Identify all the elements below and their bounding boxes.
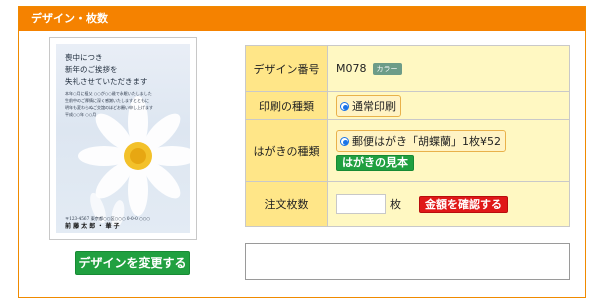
postcard-type-row: はがきの種類 郵便はがき「胡蝶蘭」1枚¥52 はがきの見本 <box>245 119 570 182</box>
body-text: 本年○月に祖父 ○○が○○歳で永眠いたしました 生前中のご厚情に深く感謝いたしま… <box>65 91 153 117</box>
print-type-row: 印刷の種類 通常印刷 <box>245 91 570 120</box>
design-thumbnail[interactable]: 喪中につき 新年のご挨拶を 失礼させていただきます 本年○月に祖父 ○○が○○歳… <box>49 37 197 240</box>
color-badge: カラー <box>372 63 402 75</box>
panel-title: デザイン・枚数 <box>19 7 585 31</box>
order-quantity-label: 注文枚数 <box>245 181 328 227</box>
postcard-type-cell: 郵便はがき「胡蝶蘭」1枚¥52 はがきの見本 <box>327 119 570 182</box>
order-form-table: デザイン番号 M078 カラー 印刷の種類 通常印刷 はがきの種類 郵便はがき「胡… <box>245 45 570 227</box>
quantity-input[interactable] <box>336 194 386 214</box>
postcard-type-option[interactable]: 郵便はがき「胡蝶蘭」1枚¥52 <box>336 130 506 152</box>
radio-selected-icon[interactable] <box>340 137 349 146</box>
address-text: 〒123-4567 東京都○○区○○○ 0-0-0 ○○○ <box>65 216 151 221</box>
radio-selected-icon[interactable] <box>340 101 349 111</box>
postcard-type-option-label: 郵便はがき「胡蝶蘭」1枚¥52 <box>352 135 501 148</box>
sender-signature: 前 藤 太 郎 ・ 華 子 <box>65 223 120 230</box>
quantity-unit: 枚 <box>390 198 401 211</box>
design-number-value: M078 <box>336 62 367 75</box>
order-quantity-cell: 枚 金額を確認する <box>327 181 570 227</box>
postcard-type-label: はがきの種類 <box>245 119 328 182</box>
change-design-button[interactable]: デザインを変更する <box>75 251 190 275</box>
order-quantity-row: 注文枚数 枚 金額を確認する <box>245 181 570 227</box>
postcard-sample-button[interactable]: はがきの見本 <box>336 155 414 171</box>
confirm-price-button[interactable]: 金額を確認する <box>419 195 508 213</box>
greeting-text: 喪中につき 新年のご挨拶を 失礼させていただきます <box>65 53 148 86</box>
design-number-cell: M078 カラー <box>327 45 570 92</box>
postcard-preview: 喪中につき 新年のご挨拶を 失礼させていただきます 本年○月に祖父 ○○が○○歳… <box>56 44 190 233</box>
price-result-box <box>245 243 570 280</box>
print-type-option-label: 通常印刷 <box>352 99 396 113</box>
print-type-cell: 通常印刷 <box>327 91 570 120</box>
design-number-label: デザイン番号 <box>245 45 328 92</box>
design-number-row: デザイン番号 M078 カラー <box>245 45 570 92</box>
print-type-label: 印刷の種類 <box>245 91 328 120</box>
print-type-option[interactable]: 通常印刷 <box>336 94 401 117</box>
